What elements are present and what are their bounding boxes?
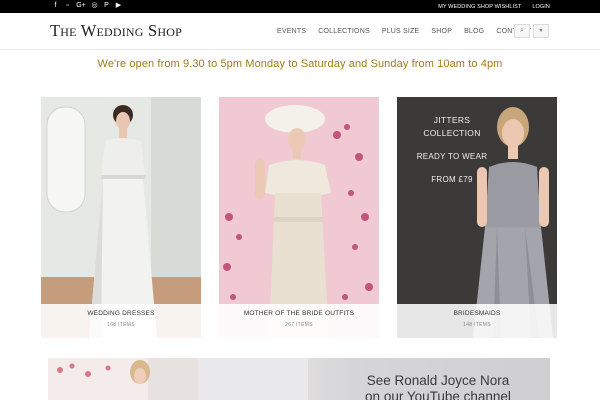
jitters-promo: JITTERS COLLECTION READY TO WEAR FROM £7…: [397, 115, 507, 184]
flickr-icon[interactable]: ▫: [64, 2, 71, 10]
banner-line: See Ronald Joyce Nora: [366, 373, 510, 388]
site-header: The Wedding Shop EVENTS COLLECTIONS PLUS…: [0, 13, 600, 50]
category-card-bridesmaids[interactable]: JITTERS COLLECTION READY TO WEAR FROM £7…: [397, 97, 557, 338]
card-item-count: 267 ITEMS: [285, 322, 313, 328]
youtube-icon[interactable]: ▶: [115, 2, 122, 10]
card-caption: MOTHER OF THE BRIDE OUTFITS 267 ITEMS: [219, 304, 379, 338]
search-icon: ⌕: [520, 27, 524, 34]
social-links: f ▫ G+ ◎ P ▶: [52, 2, 122, 10]
mother-of-bride-image: [219, 97, 379, 338]
google-plus-icon[interactable]: G+: [76, 2, 86, 10]
nav-item-plus-size[interactable]: PLUS SIZE: [382, 28, 420, 35]
card-caption: WEDDING DRESSES 168 ITEMS: [41, 304, 201, 338]
logo-text: The Wedding Shop: [50, 21, 182, 40]
opening-hours-banner: We're open from 9.30 to 5pm Monday to Sa…: [97, 58, 503, 70]
banner-photo: [48, 358, 308, 400]
jitters-line: READY TO WEAR: [416, 152, 488, 161]
login-link[interactable]: LOGIN: [532, 4, 550, 10]
nav-item-collections[interactable]: COLLECTIONS: [318, 28, 370, 35]
cart-icon: ▼: [538, 28, 544, 34]
banner-line: on our YouTube channel: [365, 389, 511, 400]
card-item-count: 148 ITEMS: [463, 322, 491, 328]
jitters-line: COLLECTION: [423, 128, 481, 138]
card-title: MOTHER OF THE BRIDE OUTFITS: [243, 310, 355, 317]
facebook-icon[interactable]: f: [52, 2, 59, 10]
card-caption: BRIDESMAIDS 148 ITEMS: [397, 304, 557, 338]
site-logo[interactable]: The Wedding Shop: [50, 21, 182, 41]
instagram-icon[interactable]: ◎: [91, 2, 98, 10]
banner-text: See Ronald Joyce Nora on our YouTube cha…: [348, 373, 528, 400]
jitters-price: FROM £79: [431, 175, 473, 184]
pinterest-icon[interactable]: P: [103, 2, 110, 10]
nav-item-shop[interactable]: SHOP: [431, 28, 452, 35]
main-nav: EVENTS COLLECTIONS PLUS SIZE SHOP BLOG C…: [277, 28, 531, 35]
category-card-wedding-dresses[interactable]: WEDDING DRESSES 168 ITEMS: [41, 97, 201, 338]
search-button[interactable]: ⌕: [514, 24, 530, 38]
card-title: WEDDING DRESSES: [87, 310, 155, 317]
category-card-mother-of-the-bride[interactable]: MOTHER OF THE BRIDE OUTFITS 267 ITEMS: [219, 97, 379, 338]
nav-item-events[interactable]: EVENTS: [277, 28, 306, 35]
top-links: MY WEDDING SHOP WISHLIST LOGIN: [438, 0, 550, 13]
card-title: BRIDESMAIDS: [453, 310, 501, 317]
wishlist-link[interactable]: MY WEDDING SHOP WISHLIST: [438, 4, 521, 10]
card-item-count: 168 ITEMS: [107, 322, 135, 328]
jitters-line: JITTERS: [433, 115, 471, 125]
cart-button[interactable]: ▼: [533, 24, 549, 38]
nav-item-blog[interactable]: BLOG: [464, 28, 484, 35]
wedding-dress-image: [41, 97, 201, 338]
top-bar: f ▫ G+ ◎ P ▶ MY WEDDING SHOP WISHLIST LO…: [0, 0, 600, 13]
youtube-promo-banner[interactable]: See Ronald Joyce Nora on our YouTube cha…: [48, 358, 550, 400]
